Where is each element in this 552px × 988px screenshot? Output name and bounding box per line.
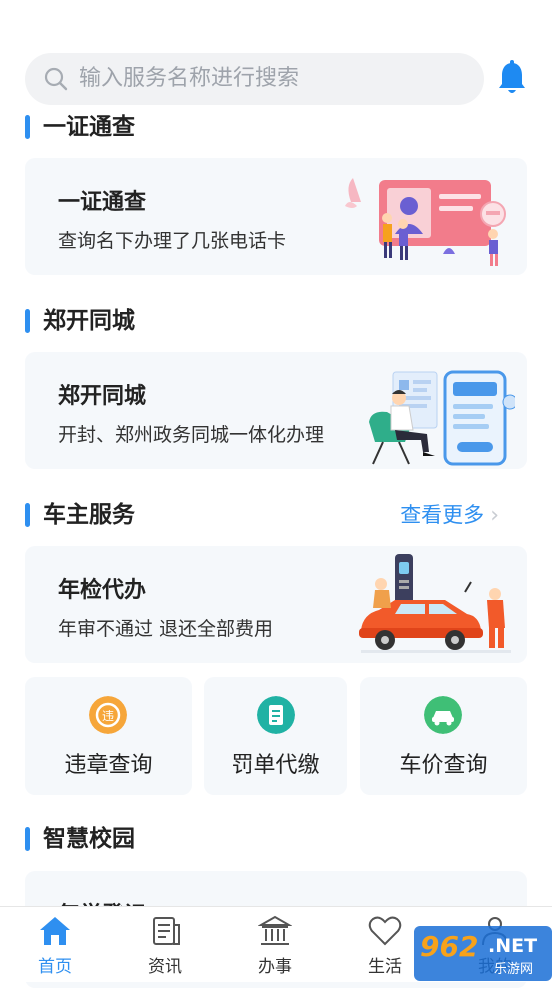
businessman-phone-illustration (369, 370, 515, 466)
section-title: 车主服务 (43, 502, 135, 528)
government-icon (258, 915, 292, 945)
notification-bell-icon[interactable] (496, 60, 528, 96)
card-title: 一证通查 (58, 190, 147, 215)
search-icon (44, 67, 68, 91)
view-more-link[interactable]: 查看更多 › (400, 500, 499, 531)
tile-label: 车价查询 (399, 753, 488, 778)
section-title: 智慧校园 (43, 826, 135, 852)
view-more-label: 查看更多 (400, 503, 485, 527)
violation-icon: 违 (89, 696, 127, 734)
news-icon (153, 917, 180, 945)
section-header-chezhufuwu: 车主服务 查看更多 › (25, 500, 527, 530)
car-price-icon (424, 696, 462, 734)
ticket-icon (257, 696, 295, 734)
top-bar: 输入服务名称进行搜索 (0, 0, 552, 108)
watermark-logo: 962 .NET 乐游网 (414, 926, 552, 981)
search-placeholder: 输入服务名称进行搜索 (79, 66, 300, 91)
card-subtitle: 查询名下办理了几张电话卡 (58, 230, 287, 252)
tab-home[interactable]: 首页 (0, 907, 110, 982)
car-price-query-tile[interactable]: 车价查询 (360, 677, 527, 795)
search-input[interactable]: 输入服务名称进行搜索 (25, 53, 484, 105)
id-card-people-illustration (345, 178, 506, 266)
section-accent-bar (25, 115, 30, 139)
watermark-site-name: 乐游网 (494, 962, 534, 977)
section-title: 郑开同城 (43, 308, 135, 334)
card-nianjiandaiban[interactable]: 年检代办 年审不通过 退还全部费用 (25, 546, 527, 663)
heart-icon (368, 916, 402, 946)
section-title: 一证通查 (43, 114, 135, 140)
home-icon (40, 917, 70, 945)
tab-label: 资讯 (148, 957, 182, 977)
watermark-net: .NET (488, 935, 538, 957)
card-subtitle: 开封、郑州政务同城一体化办理 (58, 424, 325, 446)
svg-text:违: 违 (102, 709, 114, 723)
violation-query-tile[interactable]: 违 违章查询 (25, 677, 192, 795)
tile-label: 违章查询 (64, 753, 153, 778)
card-yizhengtongcha[interactable]: 一证通查 查询名下办理了几张电话卡 (25, 158, 527, 275)
tab-news[interactable]: 资讯 (110, 907, 220, 982)
card-zhengkaitongcheng[interactable]: 郑开同城 开封、郑州政务同城一体化办理 (25, 352, 527, 469)
tab-services[interactable]: 办事 (220, 907, 330, 982)
tile-label: 罚单代缴 (231, 753, 320, 778)
section-header-zhihuixiaoyuan: 智慧校园 (25, 824, 527, 854)
section-accent-bar (25, 827, 30, 851)
card-title: 年检代办 (58, 578, 147, 603)
watermark-number: 962 (420, 930, 479, 963)
tab-label: 办事 (258, 957, 292, 977)
chevron-right-icon: › (490, 503, 499, 528)
section-accent-bar (25, 309, 30, 333)
car-service-illustration (359, 554, 511, 653)
tab-label: 首页 (38, 957, 72, 977)
fine-payment-tile[interactable]: 罚单代缴 (204, 677, 347, 795)
section-header-yizhengtongcha: 一证通查 (25, 112, 527, 142)
card-subtitle: 年审不通过 退还全部费用 (58, 618, 274, 640)
section-header-zhengkaitongcheng: 郑开同城 (25, 306, 527, 336)
section-accent-bar (25, 503, 30, 527)
card-title: 郑开同城 (58, 384, 147, 409)
